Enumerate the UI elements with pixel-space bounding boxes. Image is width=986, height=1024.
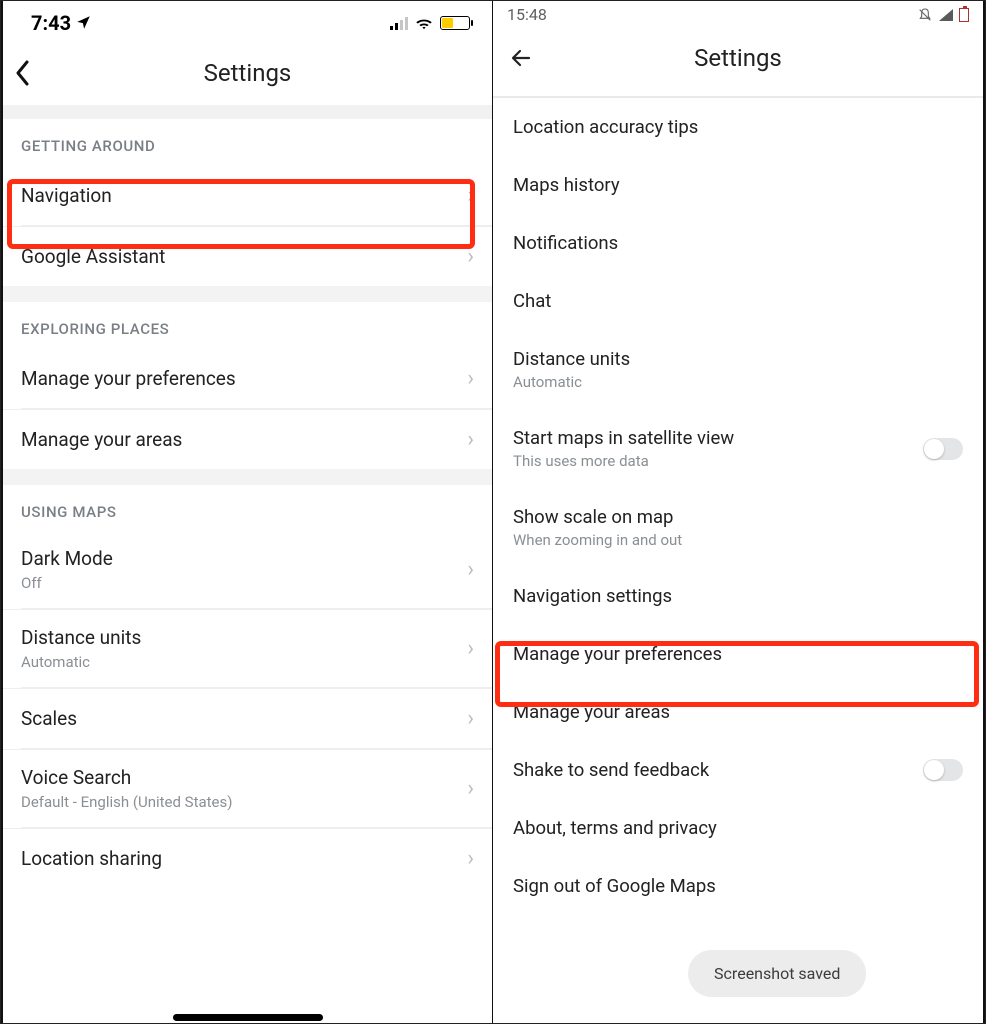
section-divider (3, 469, 492, 485)
row-about-terms[interactable]: About, terms and privacy (493, 799, 983, 857)
chevron-right-icon: › (467, 427, 474, 452)
row-sign-out[interactable]: Sign out of Google Maps (493, 857, 983, 903)
cellular-signal-icon (390, 16, 408, 30)
chevron-right-icon: › (467, 366, 474, 391)
cellular-signal-icon (939, 9, 953, 21)
row-sublabel: Automatic (21, 653, 141, 671)
android-status-right (917, 7, 969, 23)
chevron-right-icon: › (467, 846, 474, 871)
row-label: Chat (513, 290, 963, 312)
ios-phone: 7:43 Settings (1, 1, 493, 1023)
row-location-accuracy[interactable]: Location accuracy tips (493, 98, 983, 156)
page-title: Settings (3, 59, 492, 87)
row-manage-preferences-android[interactable]: Manage your preferences (493, 625, 983, 683)
row-shake-feedback[interactable]: Shake to send feedback (493, 741, 983, 799)
android-header: Settings (493, 26, 983, 90)
android-status-bar: 15:48 (493, 1, 983, 26)
page-title: Settings (493, 44, 983, 72)
toast-text: Screenshot saved (714, 964, 840, 983)
battery-low-icon (959, 8, 969, 22)
home-indicator (173, 1014, 323, 1021)
row-navigation-settings[interactable]: Navigation settings (493, 567, 983, 625)
section-divider (3, 105, 492, 119)
row-location-sharing[interactable]: Location sharing › (3, 828, 492, 888)
row-distance-units[interactable]: Distance units Automatic › (3, 609, 492, 687)
row-label: Scales (21, 707, 77, 730)
row-label: Sign out of Google Maps (513, 875, 963, 897)
ios-status-bar: 7:43 (3, 1, 492, 41)
back-button[interactable] (509, 46, 533, 70)
toggle-switch[interactable] (923, 438, 963, 460)
row-show-scale[interactable]: Show scale on map When zooming in and ou… (493, 488, 983, 567)
row-label: Dark Mode (21, 547, 113, 570)
row-sublabel: Default - English (United States) (21, 793, 232, 811)
row-label: Manage your areas (21, 428, 182, 451)
row-label: Manage your preferences (21, 367, 236, 390)
row-label: Manage your preferences (513, 643, 963, 665)
bell-off-icon (917, 7, 933, 23)
row-label: Manage your areas (513, 701, 963, 723)
android-phone: 15:48 Settings Location accuracy tips Ma… (493, 1, 985, 1023)
row-label: Distance units (513, 348, 963, 370)
row-chat[interactable]: Chat (493, 272, 983, 330)
row-notifications[interactable]: Notifications (493, 214, 983, 272)
row-label: Notifications (513, 232, 963, 254)
row-label: Google Assistant (21, 245, 165, 268)
row-label: Navigation settings (513, 585, 963, 607)
row-sublabel: When zooming in and out (513, 531, 963, 549)
row-dark-mode[interactable]: Dark Mode Off › (3, 531, 492, 608)
row-manage-areas-android[interactable]: Manage your areas (493, 683, 983, 741)
section-header-getting-around: GETTING AROUND (3, 119, 492, 165)
row-label: Navigation (21, 184, 112, 207)
row-label: Start maps in satellite view (513, 427, 734, 449)
ios-time: 7:43 (31, 11, 71, 35)
row-satellite-view[interactable]: Start maps in satellite view This uses m… (493, 409, 983, 488)
toggle-switch[interactable] (923, 759, 963, 781)
row-manage-areas[interactable]: Manage your areas › (3, 409, 492, 469)
row-label: Location sharing (21, 847, 162, 870)
side-by-side-container: 7:43 Settings (0, 0, 986, 1024)
back-button[interactable] (15, 60, 31, 86)
wifi-icon (414, 16, 434, 30)
row-label: About, terms and privacy (513, 817, 963, 839)
ios-header: Settings (3, 41, 492, 105)
chevron-right-icon: › (467, 706, 474, 731)
section-header-exploring-places: EXPLORING PLACES (3, 302, 492, 348)
chevron-right-icon: › (467, 244, 474, 269)
row-maps-history[interactable]: Maps history (493, 156, 983, 214)
row-label: Distance units (21, 626, 141, 649)
ios-status-right (390, 16, 470, 30)
section-divider (3, 286, 492, 302)
android-time: 15:48 (507, 5, 547, 24)
row-label: Maps history (513, 174, 963, 196)
row-sublabel: Off (21, 574, 113, 592)
chevron-right-icon: › (467, 776, 474, 801)
row-voice-search[interactable]: Voice Search Default - English (United S… (3, 749, 492, 827)
chevron-right-icon: › (467, 636, 474, 661)
row-google-assistant[interactable]: Google Assistant › (3, 226, 492, 286)
section-header-using-maps: USING MAPS (3, 485, 492, 531)
battery-icon (440, 16, 470, 30)
row-label: Location accuracy tips (513, 116, 963, 138)
row-manage-preferences[interactable]: Manage your preferences › (3, 348, 492, 408)
row-sublabel: This uses more data (513, 452, 734, 470)
location-arrow-icon (76, 15, 91, 30)
row-sublabel: Automatic (513, 373, 963, 391)
row-distance-units-android[interactable]: Distance units Automatic (493, 330, 983, 409)
row-label: Voice Search (21, 766, 232, 789)
toast-message: Screenshot saved (688, 950, 866, 997)
ios-status-left: 7:43 (31, 11, 91, 35)
chevron-right-icon: › (467, 183, 474, 208)
row-navigation[interactable]: Navigation › (3, 165, 492, 225)
row-scales[interactable]: Scales › (3, 688, 492, 748)
row-label: Shake to send feedback (513, 759, 709, 781)
row-label: Show scale on map (513, 506, 963, 528)
chevron-right-icon: › (467, 557, 474, 582)
